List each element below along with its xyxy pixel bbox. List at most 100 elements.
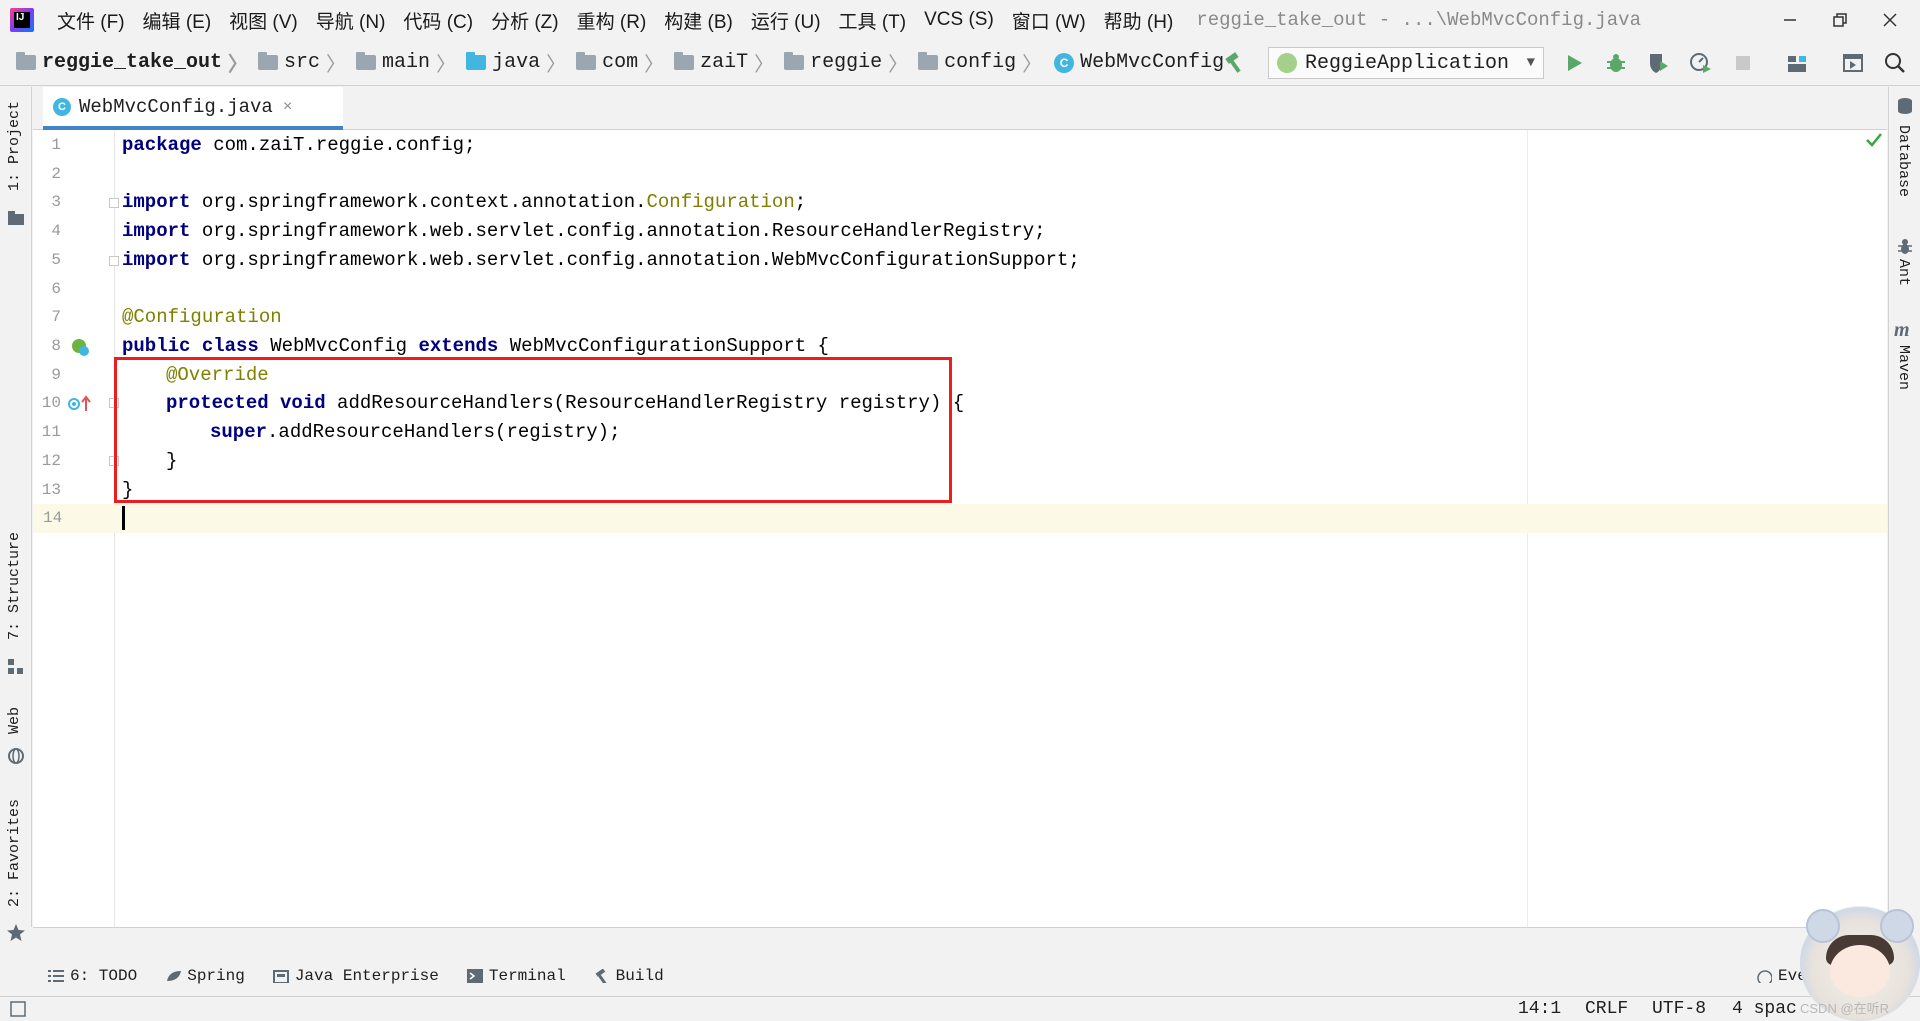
keyword: protected void (166, 392, 326, 414)
terminal-tab-label: Terminal (488, 967, 566, 985)
bottom-tool-tabs: 6: TODO Spring Java Enterprise Terminal … (0, 956, 1920, 996)
bug-icon (1607, 54, 1625, 72)
breadcrumb-java[interactable]: java 〉 (460, 40, 570, 86)
line-number: 9 (51, 366, 61, 384)
stop-button[interactable] (1728, 48, 1758, 78)
menu-edit[interactable]: 编辑 (E) (134, 7, 221, 34)
code-text: com.zaiT.reggie.config; (201, 134, 476, 156)
breadcrumb-zait[interactable]: zaiT 〉 (668, 40, 778, 86)
right-tool-strip: Database Ant m Maven (1888, 87, 1920, 927)
code-area[interactable]: package com.zaiT.reggie.config; import o… (115, 130, 1887, 927)
build-hammer-button[interactable] (1220, 48, 1250, 78)
close-window-button[interactable] (1860, 0, 1920, 40)
breadcrumb-src[interactable]: src 〉 (252, 40, 350, 86)
class-icon: C (1054, 52, 1075, 73)
window-layout-icon (1843, 54, 1863, 72)
run-button[interactable] (1559, 48, 1589, 78)
breadcrumb-separator: 〉 (754, 54, 775, 78)
breadcrumb-config[interactable]: config 〉 (912, 40, 1046, 86)
menu-refactor[interactable]: 重构 (R) (568, 7, 656, 34)
menu-code[interactable]: 代码 (C) (394, 7, 482, 34)
profiler-icon (1690, 53, 1711, 73)
project-tool-tab[interactable]: 1: Project (6, 101, 23, 191)
indent-setting[interactable]: 4 spac (1732, 997, 1797, 1021)
keyword: public class (122, 335, 259, 357)
code-line-13: } (115, 476, 1887, 505)
line-number: 11 (41, 423, 61, 441)
spring-tool-tab[interactable]: Spring (165, 967, 245, 985)
file-encoding[interactable]: UTF-8 (1652, 997, 1706, 1021)
maven-icon: m (1894, 319, 1910, 341)
web-tool-tab[interactable]: Web (6, 707, 23, 734)
breadcrumb-project-label: reggie_take_out (42, 51, 223, 74)
presentation-mode-button[interactable] (1838, 48, 1868, 78)
debug-button[interactable] (1601, 48, 1631, 78)
line-number-current: 14 (33, 504, 115, 533)
code-line-9: @Override (115, 361, 1887, 390)
menu-help[interactable]: 帮助 (H) (1095, 7, 1183, 34)
terminal-tool-tab[interactable]: Terminal (466, 967, 566, 985)
todo-tool-tab[interactable]: 6: TODO (48, 967, 137, 985)
editor-tab-webmvcconfig[interactable]: C WebMvcConfig.java × (43, 87, 343, 130)
left-tool-strip: 1: Project 7: Structure Web 2: Favorites (0, 87, 32, 941)
breadcrumb-label: src (284, 51, 321, 74)
breadcrumb-reggie[interactable]: reggie 〉 (778, 40, 912, 86)
search-icon (1885, 53, 1905, 73)
menu-run[interactable]: 运行 (U) (742, 7, 830, 34)
avatar-face (1830, 945, 1890, 997)
code-line-14-current[interactable] (115, 504, 1887, 533)
ant-tool-tab[interactable]: Ant (1895, 259, 1912, 286)
play-icon (1568, 55, 1582, 71)
breadcrumb-label: main (382, 51, 431, 74)
project-structure-icon (1788, 56, 1806, 72)
breadcrumb-com[interactable]: com 〉 (570, 40, 668, 86)
database-icon (1898, 98, 1912, 114)
toggle-tool-windows-icon[interactable] (10, 1001, 26, 1017)
menu-view[interactable]: 视图 (V) (220, 7, 307, 34)
breadcrumb-project[interactable]: reggie_take_out 〉 (10, 40, 252, 86)
spring-bean-gutter-icon[interactable] (69, 336, 91, 358)
code-text: org.springframework.context.annotation. (190, 191, 647, 213)
menu-build[interactable]: 构建 (B) (655, 7, 742, 34)
breadcrumb-main[interactable]: main 〉 (350, 40, 460, 86)
run-with-coverage-button[interactable] (1643, 48, 1673, 78)
override-gutter-icon[interactable] (67, 394, 93, 414)
structure-tool-tab[interactable]: 7: Structure (6, 532, 23, 640)
menu-tools[interactable]: 工具 (T) (830, 7, 916, 34)
event-log-tool-tab[interactable]: Eve (1756, 967, 1807, 985)
menu-navigate[interactable]: 导航 (N) (307, 7, 395, 34)
code-line-12: } (115, 447, 1887, 476)
no-problems-check-icon[interactable] (1865, 132, 1883, 148)
maven-tool-tab[interactable]: Maven (1895, 345, 1912, 390)
restore-icon (1833, 13, 1847, 27)
line-separator[interactable]: CRLF (1585, 997, 1628, 1021)
caret-position[interactable]: 14:1 (1518, 997, 1561, 1021)
keyword: import (122, 249, 191, 271)
project-structure-button[interactable] (1782, 48, 1812, 78)
breadcrumb-label: WebMvcConfig (1080, 51, 1225, 74)
java-enterprise-tool-tab[interactable]: Java Enterprise (272, 967, 439, 985)
coverage-shield-icon (1650, 54, 1668, 73)
menu-analyze[interactable]: 分析 (Z) (482, 7, 568, 34)
code-text: org.springframework.web.servlet.config.a… (190, 249, 1080, 271)
database-tool-tab[interactable]: Database (1895, 125, 1912, 197)
close-tab-icon[interactable]: × (283, 98, 293, 116)
run-configuration-label: ReggieApplication (1305, 51, 1510, 75)
menu-vcs[interactable]: VCS (S) (915, 9, 1003, 31)
terminal-icon (466, 969, 483, 983)
run-configuration-select[interactable]: ReggieApplication ▼ (1268, 47, 1544, 79)
class-icon: C (53, 97, 71, 116)
code-editor[interactable]: 1 2 3 4 5 6 7 8 9 10 11 12 13 14 package… (33, 130, 1887, 927)
structure-tab-label: 7: Structure (6, 532, 23, 641)
search-everywhere-button[interactable] (1880, 48, 1910, 78)
menu-file[interactable]: 文件 (F) (48, 7, 134, 34)
favorites-tool-tab[interactable]: 2: Favorites (6, 799, 23, 907)
breadcrumb-class[interactable]: C WebMvcConfig (1046, 40, 1224, 86)
keyword: super (210, 421, 268, 443)
hammer-icon (1225, 52, 1241, 73)
build-tool-tab[interactable]: Build (594, 967, 664, 985)
editor-tab-label: WebMvcConfig.java (79, 95, 273, 118)
profile-button[interactable] (1686, 48, 1716, 78)
stop-icon (1736, 56, 1750, 70)
menu-window[interactable]: 窗口 (W) (1003, 7, 1095, 34)
